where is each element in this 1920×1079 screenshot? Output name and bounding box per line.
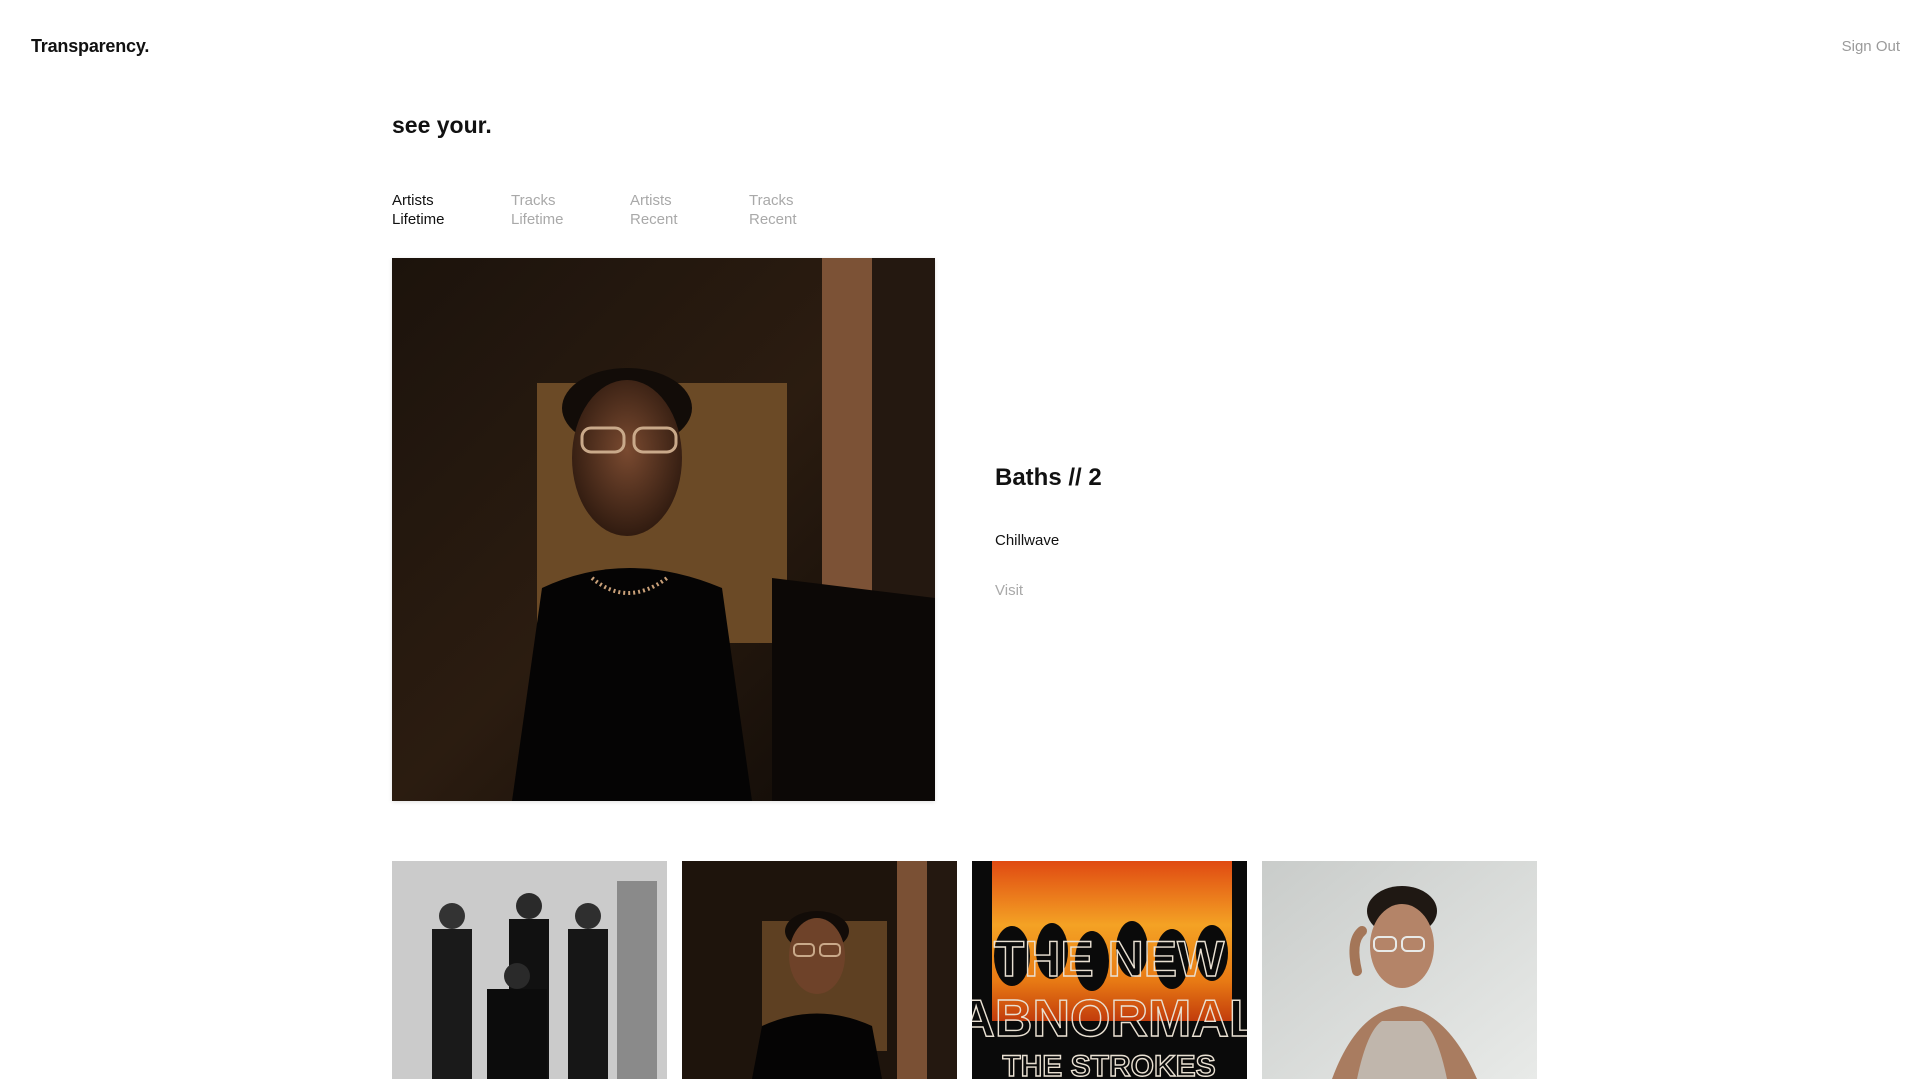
- app-logo[interactable]: Transparency.: [31, 36, 149, 57]
- artist-genre: Chillwave: [995, 532, 1060, 549]
- artist-thumbnail-row: THE NEW ABNORMAL THE STROKES: [392, 861, 1537, 1079]
- featured-artist-info: Baths // 2 Chillwave Visit: [995, 464, 1102, 599]
- thumbnail-artist-portrait[interactable]: [682, 861, 957, 1079]
- tab-tracks-recent[interactable]: Tracks Recent: [749, 191, 868, 229]
- thumbnail-album-cover[interactable]: THE NEW ABNORMAL THE STROKES: [972, 861, 1247, 1079]
- sign-out-link[interactable]: Sign Out: [1842, 38, 1900, 55]
- tab-artists-recent[interactable]: Artists Recent: [630, 191, 749, 229]
- artist-portrait-image: [392, 258, 935, 801]
- visit-link[interactable]: Visit: [995, 582, 1023, 599]
- artist-portrait-image: [682, 861, 957, 1079]
- tab-label-line1: Artists: [630, 192, 672, 209]
- album-cover-text: ABNORMAL: [972, 990, 1247, 1048]
- category-tabs: Artists Lifetime Tracks Lifetime Artists…: [392, 191, 868, 229]
- thumbnail-artist-portrait-2[interactable]: [1262, 861, 1537, 1079]
- album-cover-text: THE NEW: [994, 931, 1225, 987]
- tab-label-line1: Tracks: [511, 192, 556, 209]
- artist-portrait-image: [1262, 861, 1537, 1079]
- tab-label-line2: Lifetime: [511, 211, 564, 228]
- tab-label-line2: Recent: [749, 211, 797, 228]
- tab-label-line1: Tracks: [749, 192, 794, 209]
- band-photo-image: [392, 861, 667, 1079]
- tab-label-line1: Artists: [392, 192, 434, 209]
- thumbnail-band-photo[interactable]: [392, 861, 667, 1079]
- featured-artist-image[interactable]: [392, 258, 935, 801]
- page-heading: see your.: [392, 112, 492, 138]
- tab-artists-lifetime[interactable]: Artists Lifetime: [392, 191, 511, 229]
- album-cover-text: THE STROKES: [1002, 1050, 1215, 1079]
- tab-label-line2: Recent: [630, 211, 678, 228]
- tab-tracks-lifetime[interactable]: Tracks Lifetime: [511, 191, 630, 229]
- tab-label-line2: Lifetime: [392, 211, 445, 228]
- artist-title: Baths // 2: [995, 464, 1102, 491]
- album-cover-image: THE NEW ABNORMAL THE STROKES: [972, 861, 1247, 1079]
- page: Transparency. Sign Out see your. Artists…: [0, 0, 1920, 1079]
